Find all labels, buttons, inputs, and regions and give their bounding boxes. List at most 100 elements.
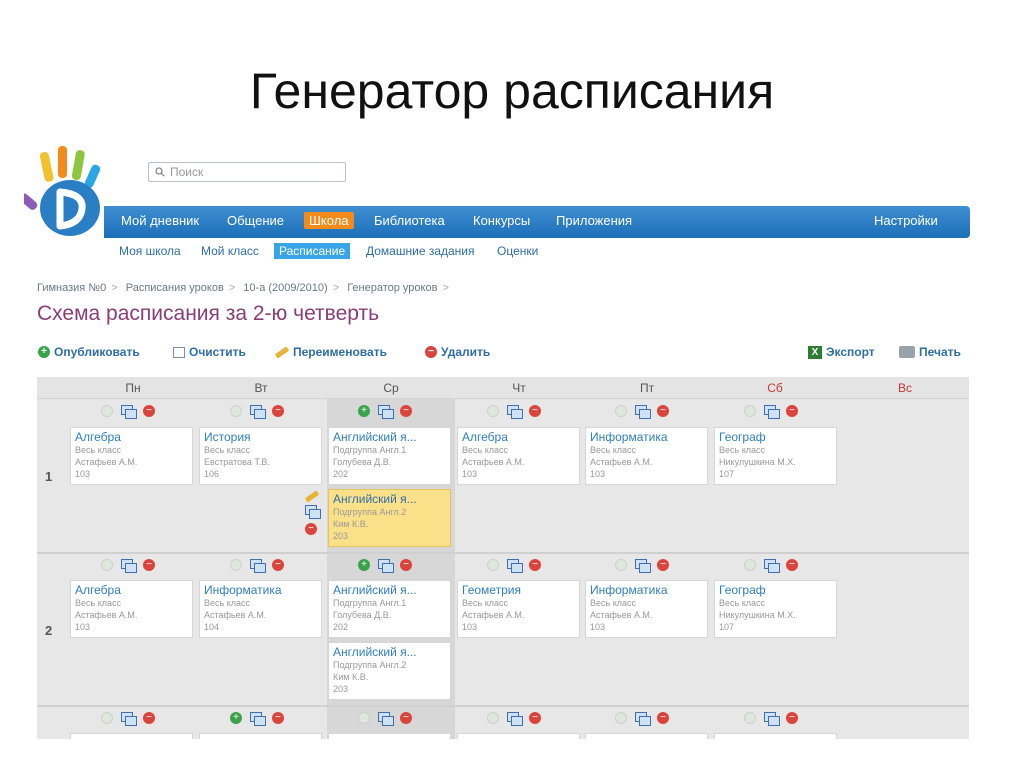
lesson-card[interactable]: Геометрия Весь класс Астафьев А.М. 103 [457,580,580,638]
copy-icon[interactable] [378,405,394,419]
copy-icon[interactable] [250,559,266,573]
copy-icon[interactable] [635,712,651,726]
add-icon[interactable] [615,405,627,417]
add-icon[interactable]: + [358,559,370,571]
subnav-homework[interactable]: Домашние задания [366,244,475,258]
nav-item-communication[interactable]: Общение [227,213,284,228]
copy-icon[interactable] [378,559,394,573]
copy-icon[interactable] [507,405,523,419]
edit-icon[interactable] [304,490,320,503]
remove-icon[interactable]: − [786,712,798,724]
remove-icon[interactable]: − [657,559,669,571]
add-icon[interactable] [358,712,370,724]
lesson-card[interactable]: Информатика Весь класс Астафьев А.М. 104 [199,580,322,638]
rename-button[interactable]: Переименовать [274,345,387,359]
copy-icon[interactable] [507,559,523,573]
remove-icon[interactable]: − [272,712,284,724]
nav-item-settings[interactable]: Настройки [874,213,938,228]
lesson-card[interactable]: Географ Весь класс Никулушкина М.Х. 107 [714,580,837,638]
clear-button[interactable]: Очистить [173,345,246,359]
lesson-card[interactable]: Английский я... Подгруппа Англ.2 Ким К.В… [328,642,451,700]
lesson-card[interactable]: Английский я... Подгруппа Англ.1 Голубев… [328,580,451,638]
search-input[interactable]: Поиск [148,162,346,182]
remove-icon[interactable]: − [657,712,669,724]
copy-icon[interactable] [764,559,780,573]
add-icon[interactable] [487,405,499,417]
breadcrumb-item[interactable]: Расписания уроков [126,282,224,294]
subnav-my-class[interactable]: Мой класс [201,244,259,258]
nav-item-school[interactable]: Школа [304,212,354,229]
add-icon[interactable] [744,405,756,417]
remove-icon[interactable]: − [143,559,155,571]
remove-icon[interactable]: − [400,712,412,724]
copy-icon[interactable] [250,405,266,419]
remove-icon[interactable]: − [272,405,284,417]
copy-icon[interactable] [635,559,651,573]
remove-icon[interactable]: − [657,405,669,417]
copy-icon[interactable] [250,712,266,726]
delete-button[interactable]: − Удалить [425,345,490,359]
remove-icon[interactable]: − [305,523,317,535]
remove-icon[interactable]: − [400,405,412,417]
lesson-card[interactable] [457,733,580,739]
lesson-card[interactable]: Алгебра Весь класс Астафьев А.М. 103 [70,427,193,485]
lesson-card-selected[interactable]: Английский я... Подгруппа Англ.2 Ким К.В… [328,489,451,547]
remove-icon[interactable]: − [143,405,155,417]
remove-icon[interactable]: − [143,712,155,724]
add-icon[interactable] [101,559,113,571]
lesson-card[interactable]: Информатика Весь класс Астафьев А.М. 103 [585,580,708,638]
copy-icon[interactable] [121,712,137,726]
subnav-grades[interactable]: Оценки [497,244,538,258]
add-icon[interactable] [487,559,499,571]
copy-icon[interactable] [121,405,137,419]
add-icon[interactable]: + [230,712,242,724]
lesson-card[interactable]: История Весь класс Евстратова Т.В. 106 [199,427,322,485]
copy-icon[interactable] [764,712,780,726]
copy-icon[interactable] [764,405,780,419]
lesson-card[interactable] [714,733,837,739]
lesson-card[interactable] [585,733,708,739]
add-icon[interactable] [615,559,627,571]
hand-logo[interactable] [24,146,112,242]
export-button[interactable]: X Экспорт [808,345,875,359]
nav-item-diary[interactable]: Мой дневник [121,213,199,228]
lesson-card[interactable]: Английский я... Подгруппа Англ.1 Голубев… [328,427,451,485]
remove-icon[interactable]: − [529,712,541,724]
copy-icon[interactable] [507,712,523,726]
subnav-schedule[interactable]: Расписание [274,243,351,259]
nav-item-library[interactable]: Библиотека [374,213,445,228]
add-icon[interactable] [615,712,627,724]
add-icon[interactable] [744,559,756,571]
subnav-my-school[interactable]: Моя школа [119,244,181,258]
copy-icon[interactable] [378,712,394,726]
copy-icon[interactable] [305,505,321,519]
lesson-card[interactable]: Алгебра Весь класс Астафьев А.М. 103 [457,427,580,485]
lesson-card[interactable]: Географ Весь класс Никулушкина М.Х. 107 [714,427,837,485]
remove-icon[interactable]: − [529,405,541,417]
nav-item-apps[interactable]: Приложения [556,213,632,228]
add-icon[interactable] [101,712,113,724]
copy-icon[interactable] [121,559,137,573]
lesson-card[interactable]: Информатика Весь класс Астафьев А.М. 103 [585,427,708,485]
add-icon[interactable] [487,712,499,724]
remove-icon[interactable]: − [786,559,798,571]
add-icon[interactable] [101,405,113,417]
add-icon[interactable] [230,559,242,571]
breadcrumb-item[interactable]: Генератор уроков [347,282,437,294]
add-icon[interactable]: + [358,405,370,417]
remove-icon[interactable]: − [529,559,541,571]
print-button[interactable]: Печать [899,345,961,359]
add-icon[interactable] [230,405,242,417]
lesson-card[interactable] [328,733,451,739]
lesson-card[interactable] [199,733,322,739]
remove-icon[interactable]: − [400,559,412,571]
lesson-card[interactable]: Алгебра Весь класс Астафьев А.М. 103 [70,580,193,638]
remove-icon[interactable]: − [272,559,284,571]
lesson-card[interactable] [70,733,193,739]
remove-icon[interactable]: − [786,405,798,417]
publish-button[interactable]: + Опубликовать [38,345,140,359]
copy-icon[interactable] [635,405,651,419]
add-icon[interactable] [744,712,756,724]
nav-item-contests[interactable]: Конкурсы [473,213,530,228]
breadcrumb-item[interactable]: Гимназия №0 [37,282,106,294]
